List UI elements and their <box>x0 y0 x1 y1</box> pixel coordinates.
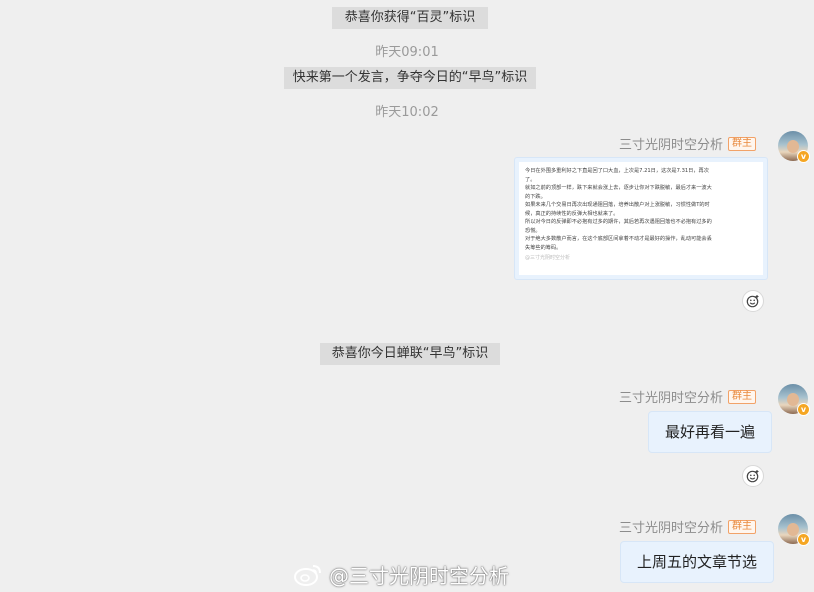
avatar-face <box>787 140 799 153</box>
image-text-line: 失筹些的筹码。 <box>525 244 562 251</box>
weibo-watermark: @三寸光阴时空分析 <box>293 560 509 589</box>
image-text-line: 如果未来几个交易日再次出现通阻回落，培养出散户对上涨脱敏，习惯性做T的时 <box>525 202 710 208</box>
avatar[interactable]: v <box>778 514 810 546</box>
image-text-line: 就如之前的顶部一样，跌下来就会涨上去，逐步让你对下跌脱敏，最后才来一波大 <box>525 185 712 191</box>
image-text-line: 所以对今日的反弹即不必抱有过多的期许，其后若再次遇阻回落也不必抱有过多的 <box>525 219 712 225</box>
text-message-bubble[interactable]: 上周五的文章节选 <box>620 541 775 583</box>
avatar-face <box>787 523 799 536</box>
message-sender: 三寸光阴时空分析 群主 <box>619 517 756 536</box>
smile-plus-icon[interactable] <box>742 465 764 487</box>
image-content: 今日在外围多重利好之下直是回了口大血，上次是7.21日，这次是7.31日，再次 … <box>519 162 763 275</box>
system-notice-early-bird-prompt: 快来第一个发言，争夺今日的“早鸟”标识 <box>284 67 536 89</box>
image-message[interactable]: 今日在外围多重利好之下直是回了口大血，上次是7.21日，这次是7.31日，再次 … <box>514 157 768 280</box>
timestamp: 昨天10:02 <box>375 105 439 120</box>
timestamp: 昨天09:01 <box>375 45 439 60</box>
image-watermark: @三寸光阴时空分析 <box>525 255 571 261</box>
image-text-line: 今日在外围多重利好之下直是回了口大血，上次是7.21日，这次是7.31日，再次 <box>525 168 709 174</box>
image-text-line: 恐慌。 <box>525 227 541 234</box>
system-notice-bailing: 恭喜你获得“百灵”标识 <box>332 7 488 29</box>
watermark-text: @三寸光阴时空分析 <box>329 564 509 588</box>
avatar-face <box>787 393 799 406</box>
sender-name[interactable]: 三寸光阴时空分析 <box>619 134 723 153</box>
owner-badge: 群主 <box>728 136 756 151</box>
image-text-line: 对于绝大多数散户而言，在这个底部区间拿着不动才是最好的操作，乱动可能会丢 <box>525 236 712 242</box>
message-sender: 三寸光阴时空分析 群主 <box>619 134 756 153</box>
avatar[interactable]: v <box>778 384 810 416</box>
image-text-line: 候，真正的持续性的反弹大相也就来了。 <box>525 210 619 217</box>
smile-plus-icon[interactable] <box>742 290 764 312</box>
verified-v-icon: v <box>797 403 810 416</box>
image-text-line: 的下跌。 <box>525 193 546 200</box>
text-message-bubble[interactable]: 最好再看一遍 <box>648 411 773 453</box>
avatar[interactable]: v <box>778 131 810 163</box>
sender-name[interactable]: 三寸光阴时空分析 <box>619 387 723 406</box>
owner-badge: 群主 <box>728 389 756 404</box>
chat-window: 恭喜你获得“百灵”标识 昨天09:01 快来第一个发言，争夺今日的“早鸟”标识 … <box>0 0 814 592</box>
sender-name[interactable]: 三寸光阴时空分析 <box>619 517 723 536</box>
weibo-logo-icon <box>294 564 321 586</box>
verified-v-icon: v <box>797 533 810 546</box>
owner-badge: 群主 <box>728 519 756 534</box>
verified-v-icon: v <box>797 150 810 163</box>
message-sender: 三寸光阴时空分析 群主 <box>619 387 756 406</box>
system-notice-early-bird-streak: 恭喜你今日蝉联“早鸟”标识 <box>320 343 500 365</box>
image-text-line: 了。 <box>525 176 536 183</box>
